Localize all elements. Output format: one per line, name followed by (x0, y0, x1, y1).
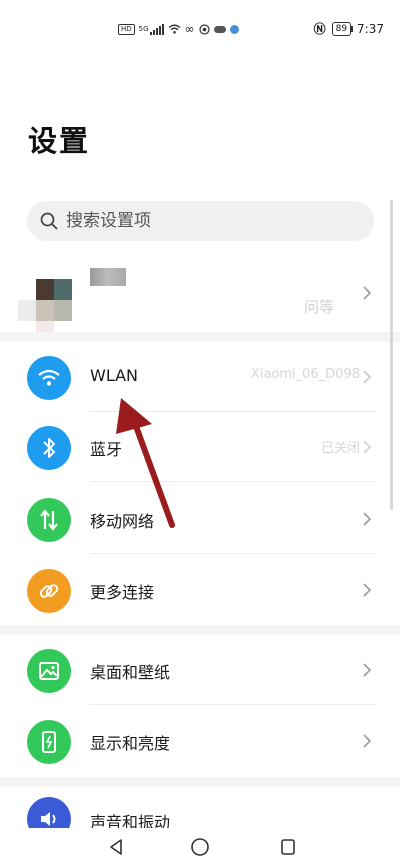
row-divider (90, 481, 376, 482)
brightness-icon (27, 720, 71, 764)
section-divider (0, 332, 400, 342)
row-label: 蓝牙 (90, 440, 123, 459)
network-type: 5G (138, 25, 149, 33)
page-title: 设置 (28, 124, 91, 158)
cloud-icon (213, 25, 226, 33)
nfc-icon: Ⓝ (313, 22, 326, 36)
section-divider (0, 777, 400, 787)
chevron-right-icon (363, 440, 372, 454)
status-icons: HD 5G ∞ (118, 22, 239, 36)
account-row[interactable]: 问等 (0, 258, 400, 332)
navigation-bar (0, 828, 400, 866)
settings-row-sound[interactable]: 声音和振动 (0, 787, 400, 828)
hd-icon: HD (118, 23, 135, 35)
row-label: 更多连接 (90, 583, 155, 602)
wifi-icon (27, 356, 71, 400)
chevron-right-icon (363, 512, 372, 526)
chevron-right-icon (363, 663, 372, 677)
search-input[interactable] (66, 211, 346, 231)
camera-icon (198, 23, 210, 35)
account-name-blurred (90, 268, 126, 286)
back-icon[interactable] (101, 834, 131, 860)
status-bar: HD 5G ∞ Ⓝ 89 7:37 (0, 0, 400, 58)
row-label: 显示和亮度 (90, 734, 171, 753)
battery-icon: 89 (331, 21, 354, 36)
settings-row-mobile-network[interactable]: 移动网络 (0, 484, 400, 554)
row-label: WLAN (90, 366, 139, 385)
settings-row-wallpaper[interactable]: 桌面和壁纸 (0, 635, 400, 705)
account-subtitle: 问等 (304, 298, 335, 316)
avatar (18, 268, 72, 332)
settings-row-display-brightness[interactable]: 显示和亮度 (0, 706, 400, 776)
infinity-icon: ∞ (184, 22, 195, 36)
row-divider (90, 704, 376, 705)
clock: 7:37 (357, 21, 384, 36)
bluetooth-icon (27, 426, 71, 470)
wifi-icon (168, 24, 180, 34)
link-icon (27, 569, 71, 613)
chevron-right-icon (363, 734, 372, 748)
chevron-right-icon (363, 370, 372, 384)
wallpaper-icon (27, 649, 71, 693)
settings-row-bluetooth[interactable]: 蓝牙 已关闭 (0, 412, 400, 482)
row-label: 移动网络 (90, 512, 155, 531)
sound-icon (27, 797, 71, 828)
mobile-data-icon (27, 498, 71, 542)
section-divider (0, 625, 400, 635)
signal-icon (149, 23, 164, 35)
chevron-right-icon (363, 286, 372, 300)
settings-row-wlan[interactable]: WLAN Xiaomi_06_D098 (0, 342, 400, 412)
search-icon (40, 212, 58, 230)
recents-icon[interactable] (273, 834, 303, 860)
app-dot-icon (229, 24, 239, 34)
settings-row-more-connections[interactable]: 更多连接 (0, 555, 400, 625)
scrollbar[interactable] (390, 200, 393, 510)
row-label: 桌面和壁纸 (90, 663, 171, 682)
home-icon[interactable] (185, 834, 215, 860)
row-value: Xiaomi_06_D098 (250, 367, 360, 382)
status-right: Ⓝ 89 7:37 (314, 20, 384, 37)
chevron-right-icon (363, 583, 372, 597)
row-value: 已关闭 (320, 441, 360, 456)
row-label: 声音和振动 (90, 813, 171, 828)
row-divider (90, 553, 376, 554)
search-bar[interactable] (27, 201, 374, 241)
